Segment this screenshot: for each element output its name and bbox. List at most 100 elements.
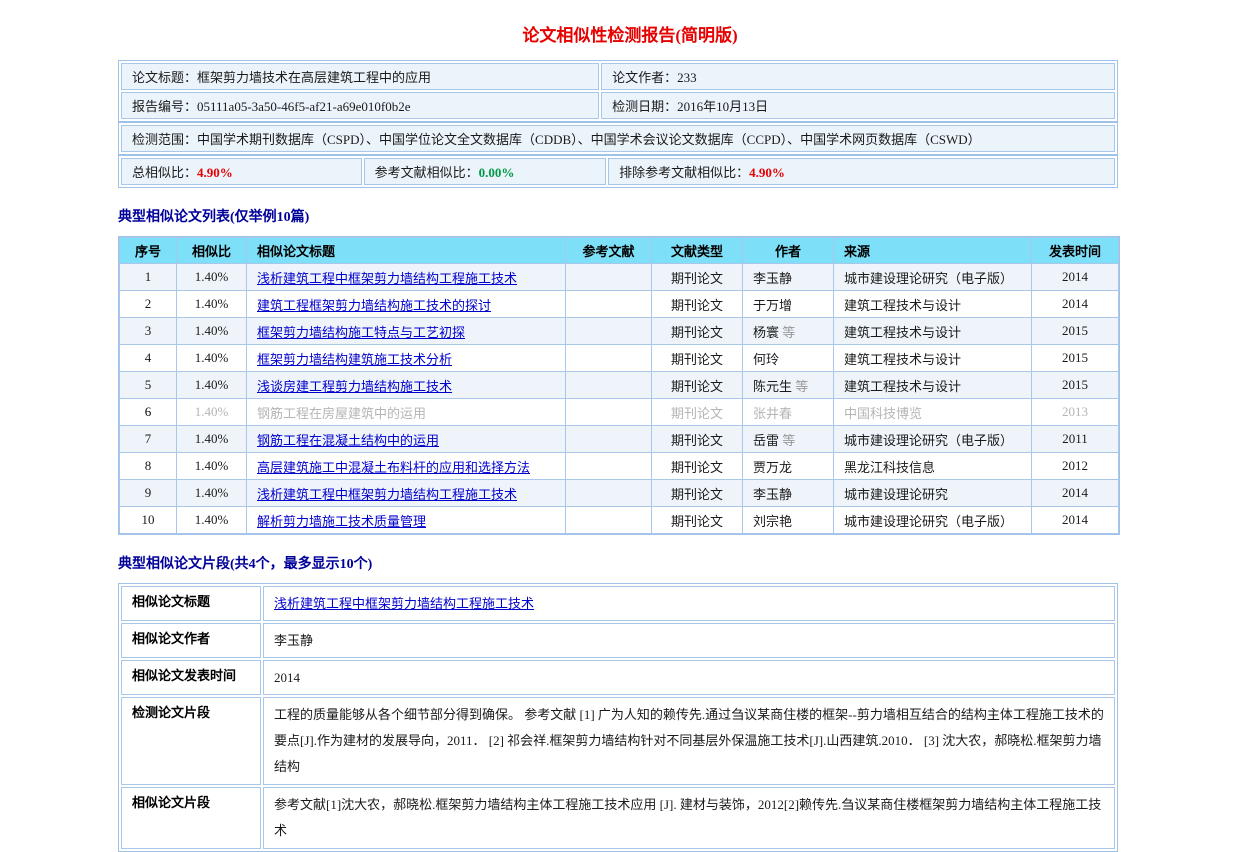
- cell-type: 期刊论文: [652, 399, 742, 425]
- cell-no: 1: [120, 264, 176, 290]
- cell-type: 期刊论文: [652, 345, 742, 371]
- similar-list-heading: 典型相似论文列表(仅举例10篇): [118, 206, 1118, 226]
- cell-no: 2: [120, 291, 176, 317]
- cell-type: 期刊论文: [652, 507, 742, 533]
- column-header-year: 发表时间: [1032, 238, 1118, 263]
- paper-author-cell: 论文作者：233: [601, 63, 1115, 90]
- table-row: 51.40%浅谈房建工程剪力墙结构施工技术期刊论文陈元生 等建筑工程技术与设计2…: [120, 372, 1118, 398]
- paper-title-link[interactable]: 框架剪力墙结构建筑施工技术分析: [257, 352, 452, 367]
- info-row-no-date: 报告编号：05111a05-3a50-46f5-af21-a69e010f0b2…: [121, 92, 1115, 119]
- info-row-scope: 检测范围：中国学术期刊数据库（CSPD）、中国学位论文全文数据库（CDDB）、中…: [121, 125, 1115, 152]
- ref-ratio-cell: 参考文献相似比：0.00%: [364, 158, 607, 185]
- cell-source: 城市建设理论研究（电子版）: [834, 426, 1031, 452]
- paper-author-label: 论文作者：: [612, 70, 677, 85]
- similar-papers-table: 序号 相似比 相似论文标题 参考文献 文献类型 作者 来源 发表时间 11.40…: [118, 236, 1120, 535]
- similar-papers-tbody: 11.40%浅析建筑工程中框架剪力墙结构工程施工技术期刊论文李玉静城市建设理论研…: [120, 264, 1118, 533]
- cell-ref: [566, 426, 651, 452]
- fragment-title-label: 相似论文标题: [121, 586, 261, 621]
- cell-title: 框架剪力墙结构建筑施工技术分析: [247, 345, 565, 371]
- fragment-row-similar: 相似论文片段 参考文献[1]沈大农，郝晓松.框架剪力墙结构主体工程施工技术应用 …: [121, 787, 1115, 849]
- table-header-row: 序号 相似比 相似论文标题 参考文献 文献类型 作者 来源 发表时间: [120, 238, 1118, 263]
- cell-ref: [566, 318, 651, 344]
- cell-title: 框架剪力墙结构施工特点与工艺初探: [247, 318, 565, 344]
- report-no-cell: 报告编号：05111a05-3a50-46f5-af21-a69e010f0b2…: [121, 92, 599, 119]
- cell-title: 钢筋工程在混凝土结构中的运用: [247, 426, 565, 452]
- fragment-year-value: 2014: [263, 660, 1115, 695]
- cell-title: 建筑工程框架剪力墙结构施工技术的探讨: [247, 291, 565, 317]
- cell-no: 5: [120, 372, 176, 398]
- etal-suffix: 等: [792, 379, 808, 394]
- paper-title-link[interactable]: 解析剪力墙施工技术质量管理: [257, 514, 426, 529]
- cell-ratio: 1.40%: [177, 507, 246, 533]
- cell-type: 期刊论文: [652, 480, 742, 506]
- cell-source: 建筑工程技术与设计: [834, 345, 1031, 371]
- excl-ref-ratio-cell: 排除参考文献相似比：4.90%: [608, 158, 1115, 185]
- cell-author: 陈元生 等: [743, 372, 833, 398]
- fragment-section-heading: 典型相似论文片段(共4个，最多显示10个): [118, 553, 1118, 573]
- cell-title: 解析剪力墙施工技术质量管理: [247, 507, 565, 533]
- paper-title-link[interactable]: 浅析建筑工程中框架剪力墙结构工程施工技术: [257, 271, 517, 286]
- column-header-ratio: 相似比: [177, 238, 246, 263]
- fragment-row-year: 相似论文发表时间 2014: [121, 660, 1115, 695]
- column-header-no: 序号: [120, 238, 176, 263]
- fragment-paper-title-link[interactable]: 浅析建筑工程中框架剪力墙结构工程施工技术: [274, 596, 534, 611]
- info-row-ratios: 总相似比：4.90% 参考文献相似比：0.00% 排除参考文献相似比：4.90%: [121, 158, 1115, 185]
- info-row-title-author: 论文标题：框架剪力墙技术在高层建筑工程中的应用 论文作者：233: [121, 63, 1115, 90]
- cell-ratio: 1.40%: [177, 264, 246, 290]
- paper-title-link[interactable]: 钢筋工程在混凝土结构中的运用: [257, 433, 439, 448]
- scope-value: 中国学术期刊数据库（CSPD）、中国学位论文全文数据库（CDDB）、中国学术会议…: [197, 132, 981, 147]
- check-date-value: 2016年10月13日: [677, 99, 768, 114]
- cell-title: 高层建筑施工中混凝土布料杆的应用和选择方法: [247, 453, 565, 479]
- cell-ref: [566, 291, 651, 317]
- report-no-label: 报告编号：: [132, 99, 197, 114]
- report-content: 论文标题：框架剪力墙技术在高层建筑工程中的应用 论文作者：233 报告编号：05…: [118, 60, 1118, 852]
- cell-author: 张井春: [743, 399, 833, 425]
- fragment-table: 相似论文标题 浅析建筑工程中框架剪力墙结构工程施工技术 相似论文作者 李玉静 相…: [118, 583, 1118, 852]
- check-date-cell: 检测日期：2016年10月13日: [601, 92, 1115, 119]
- fragment-row-title: 相似论文标题 浅析建筑工程中框架剪力墙结构工程施工技术: [121, 586, 1115, 621]
- similar-fragment-label: 相似论文片段: [121, 787, 261, 849]
- cell-title: 浅析建筑工程中框架剪力墙结构工程施工技术: [247, 264, 565, 290]
- info-table-ratios: 总相似比：4.90% 参考文献相似比：0.00% 排除参考文献相似比：4.90%: [118, 155, 1118, 188]
- cell-year: 2013: [1032, 399, 1118, 425]
- table-row: 41.40%框架剪力墙结构建筑施工技术分析期刊论文何玲建筑工程技术与设计2015: [120, 345, 1118, 371]
- cell-ratio: 1.40%: [177, 291, 246, 317]
- fragment-row-detected: 检测论文片段 工程的质量能够从各个细节部分得到确保。 参考文献 [1] 广为人知…: [121, 697, 1115, 785]
- cell-source: 建筑工程技术与设计: [834, 372, 1031, 398]
- column-header-source: 来源: [834, 238, 1031, 263]
- table-row: 31.40%框架剪力墙结构施工特点与工艺初探期刊论文杨寰 等建筑工程技术与设计2…: [120, 318, 1118, 344]
- cell-no: 10: [120, 507, 176, 533]
- report-no-value: 05111a05-3a50-46f5-af21-a69e010f0b2e: [197, 99, 410, 114]
- page-title: 论文相似性检测报告(简明版): [0, 0, 1260, 46]
- cell-author: 刘宗艳: [743, 507, 833, 533]
- cell-author: 贾万龙: [743, 453, 833, 479]
- paper-title-link[interactable]: 框架剪力墙结构施工特点与工艺初探: [257, 325, 465, 340]
- table-row: 11.40%浅析建筑工程中框架剪力墙结构工程施工技术期刊论文李玉静城市建设理论研…: [120, 264, 1118, 290]
- excl-ref-ratio-label: 排除参考文献相似比：: [619, 165, 749, 180]
- cell-author: 何玲: [743, 345, 833, 371]
- cell-year: 2012: [1032, 453, 1118, 479]
- cell-ref: [566, 345, 651, 371]
- cell-source: 城市建设理论研究（电子版）: [834, 507, 1031, 533]
- paper-title-link[interactable]: 浅谈房建工程剪力墙结构施工技术: [257, 379, 452, 394]
- cell-year: 2014: [1032, 264, 1118, 290]
- cell-author: 岳雷 等: [743, 426, 833, 452]
- cell-ratio: 1.40%: [177, 345, 246, 371]
- cell-year: 2014: [1032, 291, 1118, 317]
- info-table-scope: 检测范围：中国学术期刊数据库（CSPD）、中国学位论文全文数据库（CDDB）、中…: [118, 122, 1118, 155]
- cell-ref: [566, 480, 651, 506]
- cell-type: 期刊论文: [652, 264, 742, 290]
- paper-title-link[interactable]: 浅析建筑工程中框架剪力墙结构工程施工技术: [257, 487, 517, 502]
- table-row: 91.40%浅析建筑工程中框架剪力墙结构工程施工技术期刊论文李玉静城市建设理论研…: [120, 480, 1118, 506]
- cell-ratio: 1.40%: [177, 399, 246, 425]
- total-ratio-cell: 总相似比：4.90%: [121, 158, 362, 185]
- cell-no: 9: [120, 480, 176, 506]
- cell-author: 李玉静: [743, 480, 833, 506]
- cell-no: 7: [120, 426, 176, 452]
- cell-source: 建筑工程技术与设计: [834, 318, 1031, 344]
- paper-title-link[interactable]: 建筑工程框架剪力墙结构施工技术的探讨: [257, 298, 491, 313]
- cell-author: 杨寰 等: [743, 318, 833, 344]
- excl-ref-ratio-value: 4.90%: [749, 165, 785, 180]
- paper-author-value: 233: [677, 70, 697, 85]
- paper-title-link[interactable]: 高层建筑施工中混凝土布料杆的应用和选择方法: [257, 460, 530, 475]
